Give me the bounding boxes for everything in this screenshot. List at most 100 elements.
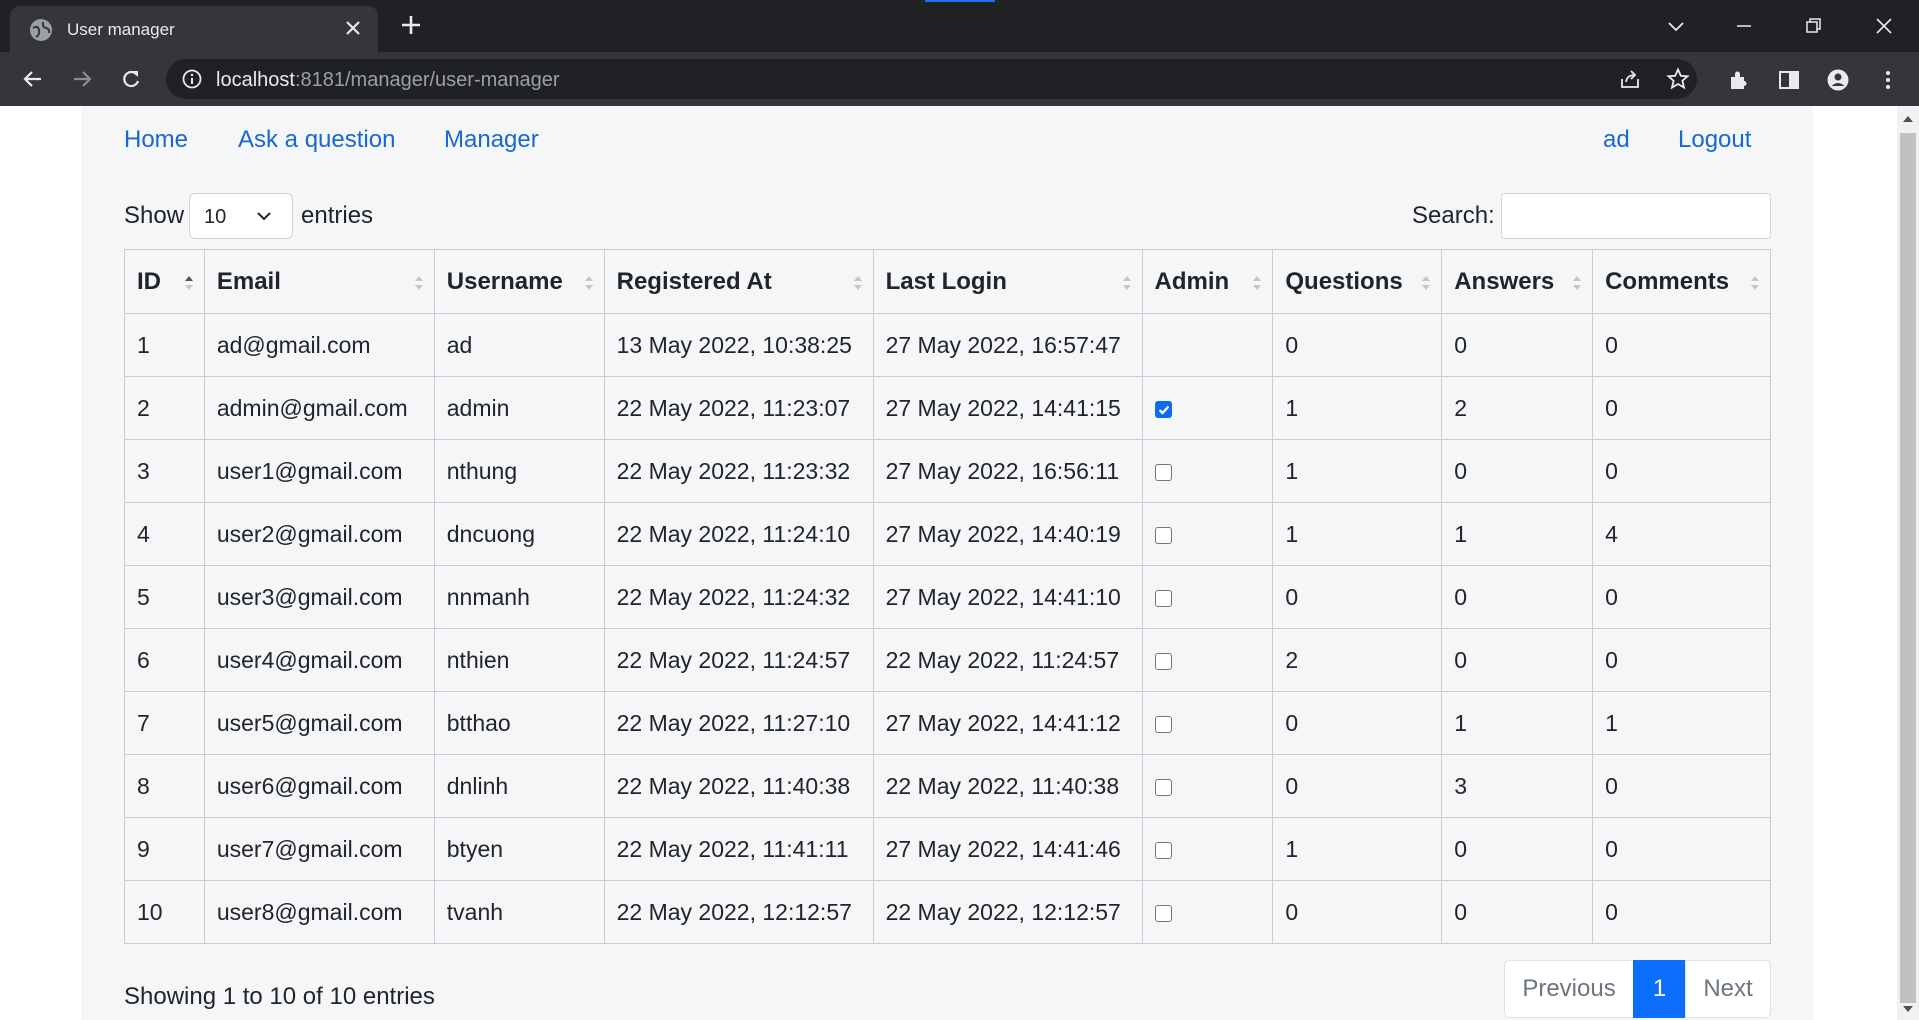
cell-admin	[1141, 754, 1274, 818]
cell-questions: 1	[1272, 817, 1443, 881]
column-header-comments[interactable]: Comments	[1592, 249, 1771, 314]
cell-last-login: 22 May 2022, 12:12:57	[872, 880, 1143, 944]
nav-ask-question-link[interactable]: Ask a question	[238, 126, 395, 154]
cell-comments: 0	[1592, 376, 1771, 440]
cell-registered: 22 May 2022, 11:24:57	[603, 628, 874, 692]
tab-search-icon[interactable]	[1658, 8, 1694, 44]
cell-username: ad	[433, 313, 605, 377]
admin-checkbox[interactable]	[1154, 526, 1172, 544]
admin-checkbox[interactable]	[1154, 904, 1172, 922]
cell-last-login: 27 May 2022, 16:56:11	[872, 439, 1143, 503]
admin-checkbox[interactable]	[1154, 400, 1172, 418]
cell-questions: 2	[1272, 628, 1443, 692]
cell-registered: 22 May 2022, 12:12:57	[603, 880, 874, 944]
info-icon[interactable]	[182, 69, 202, 89]
cell-admin	[1141, 565, 1274, 629]
column-header-questions[interactable]: Questions	[1272, 249, 1443, 314]
nav-logout-link[interactable]: Logout	[1678, 126, 1751, 154]
column-header-admin[interactable]: Admin	[1141, 249, 1274, 314]
cell-admin	[1141, 376, 1274, 440]
cell-id: 8	[124, 754, 205, 818]
reload-icon[interactable]	[114, 62, 148, 96]
cell-email: user6@gmail.com	[203, 754, 435, 818]
minimize-icon[interactable]	[1726, 8, 1762, 44]
column-header-email[interactable]: Email	[203, 249, 435, 314]
back-icon[interactable]	[16, 62, 50, 96]
sort-icon	[1421, 272, 1431, 292]
search-input[interactable]	[1501, 193, 1771, 239]
chevron-down-icon	[257, 212, 271, 221]
next-button[interactable]: Next	[1685, 960, 1771, 1018]
close-window-icon[interactable]	[1866, 8, 1902, 44]
url-text[interactable]: localhost:8181/manager/user-manager	[216, 69, 560, 92]
profile-icon[interactable]	[1820, 62, 1854, 96]
table-info: Showing 1 to 10 of 10 entries	[124, 983, 435, 1010]
users-table: ID Email Username Registered At Last Login Ad…	[124, 249, 1771, 944]
column-header-label: Last Login	[885, 267, 1007, 295]
address-bar[interactable]: localhost:8181/manager/user-manager	[166, 59, 1697, 99]
column-header-id[interactable]: ID	[124, 249, 205, 314]
restore-icon[interactable]	[1796, 8, 1832, 44]
cell-answers: 0	[1441, 439, 1594, 503]
cell-answers: 0	[1441, 817, 1594, 881]
cell-email: user1@gmail.com	[203, 439, 435, 503]
cell-answers: 0	[1441, 880, 1594, 944]
cell-id: 5	[124, 565, 205, 629]
scroll-thumb[interactable]	[1900, 133, 1916, 1003]
cell-registered: 22 May 2022, 11:24:10	[603, 502, 874, 566]
page-size-value: 10	[204, 206, 227, 228]
star-icon[interactable]	[1666, 67, 1690, 91]
loading-indicator	[925, 0, 995, 2]
page-container: Home Ask a question Manager ad Logout Sh…	[81, 106, 1813, 1020]
sort-icon	[1750, 272, 1760, 292]
cell-answers: 1	[1441, 502, 1594, 566]
cell-email: user5@gmail.com	[203, 691, 435, 755]
scroll-up-icon[interactable]	[1902, 114, 1914, 124]
column-header-label: Questions	[1285, 267, 1403, 295]
nav-user-link[interactable]: ad	[1603, 126, 1630, 154]
table-row: 8 user6@gmail.com dnlinh 22 May 2022, 11:40…	[124, 754, 1771, 818]
menu-icon[interactable]	[1870, 62, 1904, 96]
table-row: 6 user4@gmail.com nthien 22 May 2022, 11:24…	[124, 628, 1771, 692]
scroll-down-icon[interactable]	[1902, 1004, 1914, 1014]
extensions-icon[interactable]	[1721, 62, 1755, 96]
entries-label: entries	[301, 202, 374, 229]
nav-home-link[interactable]: Home	[124, 126, 188, 154]
close-icon[interactable]	[340, 15, 366, 41]
cell-comments: 0	[1592, 439, 1771, 503]
column-header-label: Username	[446, 267, 563, 295]
browser-tab[interactable]: User manager	[10, 6, 378, 52]
column-header-registered-at[interactable]: Registered At	[603, 249, 874, 314]
share-icon[interactable]	[1618, 67, 1642, 91]
nav-manager-link[interactable]: Manager	[444, 126, 539, 154]
admin-checkbox[interactable]	[1154, 589, 1172, 607]
cell-admin	[1141, 691, 1274, 755]
cell-questions: 0	[1272, 754, 1443, 818]
previous-button[interactable]: Previous	[1504, 960, 1634, 1018]
column-header-last-login[interactable]: Last Login	[872, 249, 1143, 314]
cell-username: dnlinh	[433, 754, 605, 818]
admin-checkbox[interactable]	[1154, 841, 1172, 859]
admin-checkbox[interactable]	[1154, 463, 1172, 481]
search-label: Search:	[1412, 202, 1495, 229]
column-header-username[interactable]: Username	[433, 249, 605, 314]
plus-icon[interactable]	[396, 10, 426, 40]
page-1-button[interactable]: 1	[1633, 960, 1686, 1018]
cell-admin	[1141, 817, 1274, 881]
admin-checkbox[interactable]	[1154, 715, 1172, 733]
admin-checkbox[interactable]	[1154, 778, 1172, 796]
cell-registered: 22 May 2022, 11:23:32	[603, 439, 874, 503]
browser-toolbar: localhost:8181/manager/user-manager	[0, 52, 1919, 106]
cell-questions: 1	[1272, 502, 1443, 566]
column-header-answers[interactable]: Answers	[1441, 249, 1594, 314]
cell-comments: 1	[1592, 691, 1771, 755]
page-size-select[interactable]: 10	[189, 193, 293, 239]
cell-questions: 1	[1272, 439, 1443, 503]
url-path: :8181/manager/user-manager	[294, 69, 560, 91]
admin-checkbox[interactable]	[1154, 652, 1172, 670]
forward-icon[interactable]	[65, 62, 99, 96]
cell-username: nthung	[433, 439, 605, 503]
cell-username: admin	[433, 376, 605, 440]
side-panel-icon[interactable]	[1771, 62, 1805, 96]
page-scrollbar[interactable]	[1897, 106, 1919, 1020]
